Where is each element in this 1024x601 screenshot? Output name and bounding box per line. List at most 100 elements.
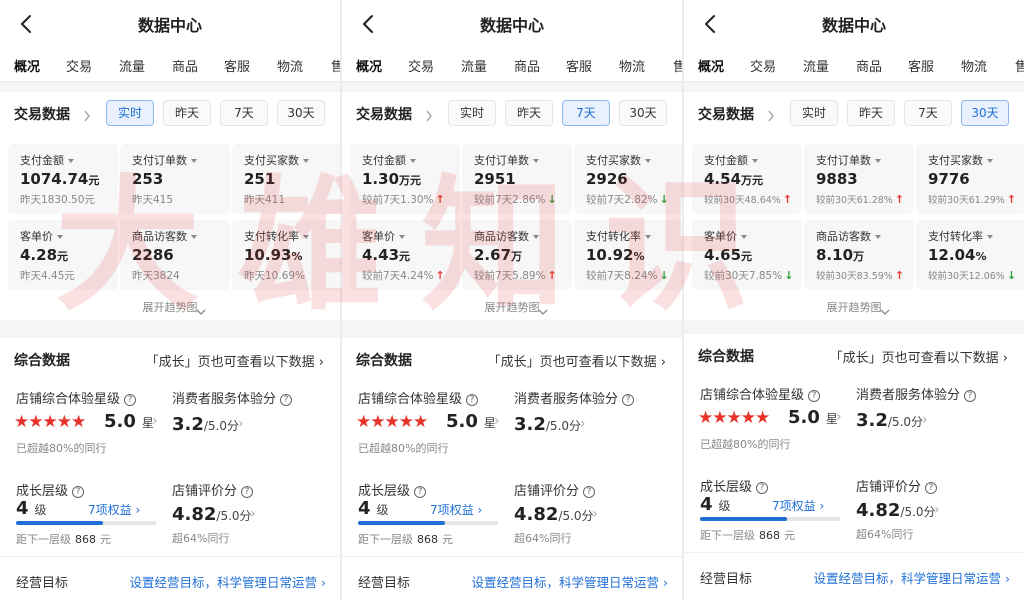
expand-trend-link[interactable]: 展开趋势图 <box>684 299 1024 315</box>
tab-3[interactable]: 商品 <box>856 56 882 75</box>
tab-1[interactable]: 交易 <box>66 56 92 75</box>
tab-5[interactable]: 物流 <box>277 56 303 75</box>
period-button[interactable]: 7天 <box>562 100 610 126</box>
period-button[interactable]: 实时 <box>790 100 838 126</box>
service-score-value[interactable]: 3.2/5.0分 <box>856 410 923 431</box>
chevron-right-icon[interactable]: › <box>238 416 244 432</box>
period-button[interactable]: 7天 <box>220 100 268 126</box>
help-icon[interactable]: ? <box>756 482 769 494</box>
tab-2[interactable]: 流量 <box>803 56 829 75</box>
benefits-link[interactable]: 7项权益 › <box>430 501 482 518</box>
metric-card[interactable]: 支付金额 4.54万元 较前30天48.64% ↑ <box>692 144 802 214</box>
caret-down-icon[interactable] <box>875 159 881 163</box>
tab-5[interactable]: 物流 <box>961 56 987 75</box>
period-button[interactable]: 实时 <box>106 100 154 126</box>
service-score-value[interactable]: 3.2/5.0分 <box>514 414 581 435</box>
metric-card[interactable]: 支付买家数 2926 较前7天2.82% ↓ <box>574 144 682 214</box>
tab-0[interactable]: 概况 <box>698 56 724 75</box>
tab-6[interactable]: 售 <box>331 56 340 75</box>
tab-3[interactable]: 商品 <box>514 56 540 75</box>
expand-trend-link[interactable]: 展开趋势图 <box>0 299 340 315</box>
tab-0[interactable]: 概况 <box>356 56 382 75</box>
benefits-link[interactable]: 7项权益 › <box>772 497 824 514</box>
help-icon[interactable]: ? <box>72 486 85 498</box>
chevron-right-icon[interactable] <box>83 107 91 122</box>
help-icon[interactable]: ? <box>241 486 254 498</box>
help-icon[interactable]: ? <box>808 390 821 402</box>
caret-down-icon[interactable] <box>399 235 405 239</box>
help-icon[interactable]: ? <box>124 394 137 406</box>
caret-down-icon[interactable] <box>987 159 993 163</box>
tab-4[interactable]: 客服 <box>908 56 934 75</box>
period-button[interactable]: 昨天 <box>847 100 895 126</box>
caret-down-icon[interactable] <box>533 159 539 163</box>
set-business-goal-link[interactable]: 设置经营目标，科学管理日常运营 › <box>472 572 669 591</box>
help-icon[interactable]: ? <box>466 394 479 406</box>
caret-down-icon[interactable] <box>303 159 309 163</box>
metric-card[interactable]: 支付订单数 253 昨天415 <box>120 144 230 214</box>
caret-down-icon[interactable] <box>68 159 74 163</box>
tab-2[interactable]: 流量 <box>461 56 487 75</box>
period-button[interactable]: 30天 <box>619 100 667 126</box>
caret-down-icon[interactable] <box>410 159 416 163</box>
help-icon[interactable]: ? <box>583 486 596 498</box>
benefits-link[interactable]: 7项权益 › <box>88 501 140 518</box>
help-icon[interactable]: ? <box>964 390 977 402</box>
caret-down-icon[interactable] <box>645 235 651 239</box>
caret-down-icon[interactable] <box>752 159 758 163</box>
help-icon[interactable]: ? <box>280 394 293 406</box>
caret-down-icon[interactable] <box>191 159 197 163</box>
caret-down-icon[interactable] <box>191 235 197 239</box>
caret-down-icon[interactable] <box>303 235 309 239</box>
metric-card[interactable]: 支付订单数 2951 较前7天2.86% ↓ <box>462 144 572 214</box>
chevron-right-icon[interactable]: › <box>934 502 940 518</box>
tab-6[interactable]: 售 <box>1015 56 1024 75</box>
period-button[interactable]: 昨天 <box>505 100 553 126</box>
tab-1[interactable]: 交易 <box>408 56 434 75</box>
period-button[interactable]: 30天 <box>961 100 1009 126</box>
chevron-right-icon[interactable]: › <box>592 506 598 522</box>
metric-card[interactable]: 支付买家数 9776 较前30天61.29% ↑ <box>916 144 1024 214</box>
store-review-value[interactable]: 4.82/5.0分 <box>514 504 594 525</box>
tab-0[interactable]: 概况 <box>14 56 40 75</box>
chevron-right-icon[interactable] <box>767 107 775 122</box>
caret-down-icon[interactable] <box>875 235 881 239</box>
chevron-right-icon[interactable]: › <box>836 409 842 425</box>
chevron-right-icon[interactable]: › <box>580 416 586 432</box>
help-icon[interactable]: ? <box>414 486 427 498</box>
store-review-value[interactable]: 4.82/5.0分 <box>856 500 936 521</box>
metric-card[interactable]: 支付金额 1.30万元 较前7天1.30% ↑ <box>350 144 460 214</box>
metric-card[interactable]: 客单价 4.28元 昨天4.45元 <box>8 220 118 290</box>
set-business-goal-link[interactable]: 设置经营目标，科学管理日常运营 › <box>130 572 327 591</box>
metric-card[interactable]: 客单价 4.43元 较前7天4.24% ↑ <box>350 220 460 290</box>
tab-3[interactable]: 商品 <box>172 56 198 75</box>
chevron-right-icon[interactable]: › <box>494 413 500 429</box>
metric-card[interactable]: 支付转化率 10.93% 昨天10.69% <box>232 220 340 290</box>
metric-card[interactable]: 支付买家数 251 昨天411 <box>232 144 340 214</box>
period-button[interactable]: 昨天 <box>163 100 211 126</box>
metric-card[interactable]: 商品访客数 2286 昨天3824 <box>120 220 230 290</box>
trade-data-title[interactable]: 交易数据 <box>14 104 70 124</box>
chevron-right-icon[interactable]: › <box>922 412 928 428</box>
help-icon[interactable]: ? <box>925 482 938 494</box>
metric-card[interactable]: 客单价 4.65元 较前30天7.85% ↓ <box>692 220 802 290</box>
tab-6[interactable]: 售 <box>673 56 682 75</box>
chevron-right-icon[interactable]: › <box>250 506 256 522</box>
tab-4[interactable]: 客服 <box>224 56 250 75</box>
tab-4[interactable]: 客服 <box>566 56 592 75</box>
growth-page-link[interactable]: 「成长」页也可查看以下数据 › <box>146 351 324 370</box>
trade-data-title[interactable]: 交易数据 <box>698 104 754 124</box>
tab-2[interactable]: 流量 <box>119 56 145 75</box>
metric-card[interactable]: 支付订单数 9883 较前30天61.28% ↑ <box>804 144 914 214</box>
chevron-right-icon[interactable] <box>425 107 433 122</box>
metric-card[interactable]: 支付转化率 12.04% 较前30天12.06% ↓ <box>916 220 1024 290</box>
metric-card[interactable]: 支付转化率 10.92% 较前7天8.24% ↓ <box>574 220 682 290</box>
metric-card[interactable]: 商品访客数 2.67万 较前7天5.89% ↑ <box>462 220 572 290</box>
caret-down-icon[interactable] <box>57 235 63 239</box>
period-button[interactable]: 7天 <box>904 100 952 126</box>
chevron-right-icon[interactable]: › <box>152 413 158 429</box>
caret-down-icon[interactable] <box>987 235 993 239</box>
tab-1[interactable]: 交易 <box>750 56 776 75</box>
period-button[interactable]: 30天 <box>277 100 325 126</box>
expand-trend-link[interactable]: 展开趋势图 <box>342 299 682 315</box>
